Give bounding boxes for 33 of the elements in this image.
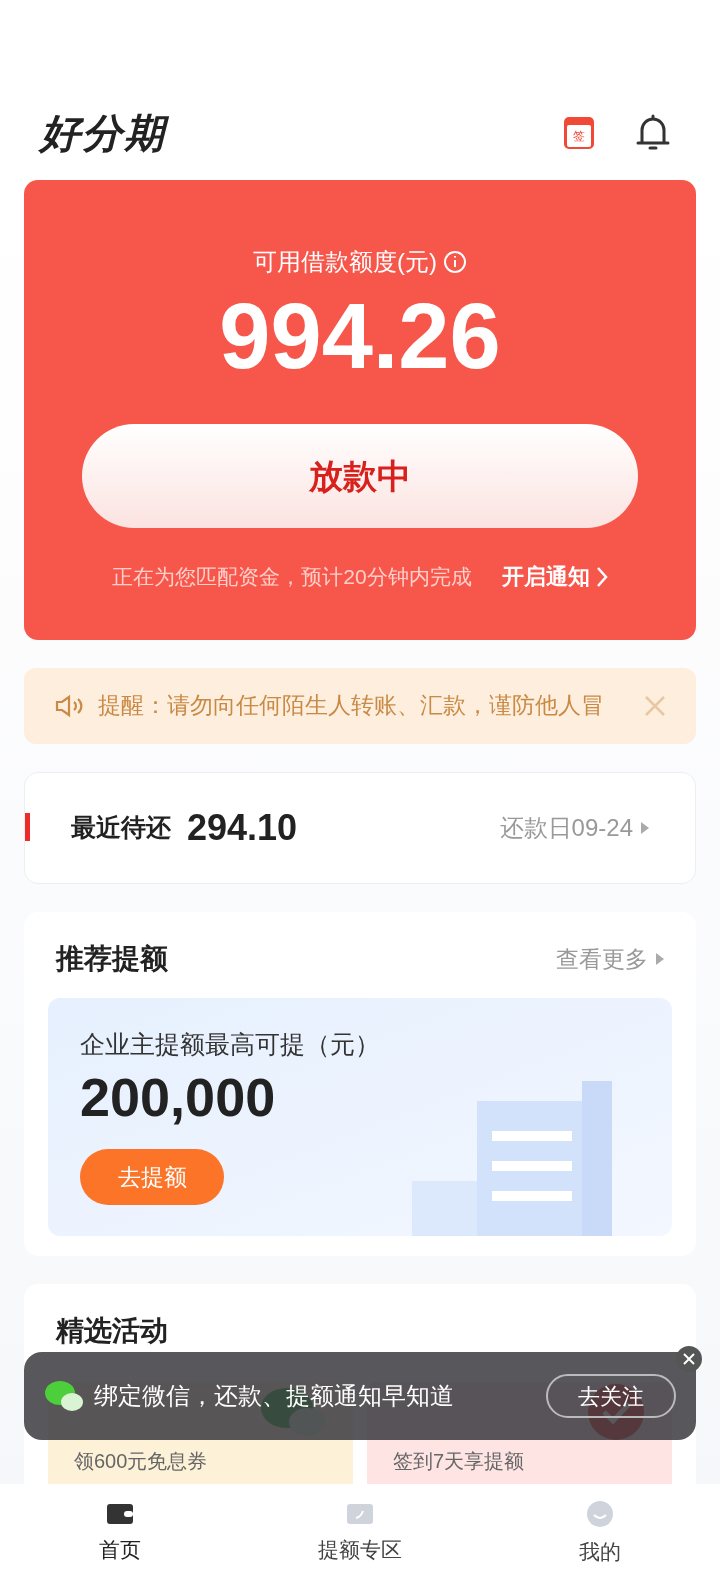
status-text: 正在为您匹配资金，预计20分钟内完成 bbox=[112, 563, 472, 590]
chevron-right-icon bbox=[595, 565, 608, 588]
reminder-text: 提醒：请勿向任何陌生人转账、汇款，谨防他人冒 bbox=[98, 692, 605, 721]
close-icon bbox=[683, 1353, 695, 1365]
accent-bar bbox=[25, 813, 30, 841]
checkin-calendar-button[interactable]: 签 bbox=[564, 117, 594, 149]
toast-text: 绑定微信，还款、提额通知早知道 bbox=[94, 1381, 454, 1411]
offer-label: 企业主提额最高可提（元） bbox=[80, 1029, 380, 1060]
bell-icon[interactable] bbox=[634, 113, 672, 153]
speaker-icon bbox=[54, 694, 84, 718]
activity-subtitle: 签到7天享提额 bbox=[393, 1449, 525, 1474]
section-title: 推荐提额 bbox=[56, 942, 168, 976]
nav-tab[interactable]: 首页 bbox=[0, 1484, 240, 1584]
disbursing-button[interactable]: 放款中 bbox=[82, 424, 638, 528]
repayment-card[interactable]: 最近待还 294.10 还款日09-24 bbox=[24, 772, 696, 884]
info-icon[interactable] bbox=[443, 250, 467, 274]
credit-label: 可用借款额度(元) bbox=[253, 247, 437, 277]
card-icon bbox=[346, 1502, 374, 1527]
repayment-amount: 294.10 bbox=[187, 806, 298, 850]
play-arrow-icon bbox=[656, 953, 664, 965]
nav-tab[interactable]: 我的 bbox=[480, 1484, 720, 1584]
repayment-label: 最近待还 bbox=[71, 812, 171, 844]
activity-subtitle: 领600元免息券 bbox=[74, 1449, 208, 1474]
wallet-icon bbox=[106, 1502, 134, 1527]
section-title: 精选活动 bbox=[54, 1314, 169, 1348]
follow-button[interactable]: 去关注 bbox=[546, 1374, 676, 1418]
offer-amount: 200,000 bbox=[80, 1065, 276, 1129]
smiley-icon bbox=[586, 1500, 614, 1529]
due-date: 还款日09-24 bbox=[499, 813, 633, 843]
chat-bubbles-icon bbox=[44, 1379, 84, 1413]
play-arrow-icon bbox=[641, 822, 649, 834]
credit-amount: 994.26 bbox=[219, 290, 501, 382]
nav-tab[interactable]: 提额专区 bbox=[240, 1484, 480, 1584]
